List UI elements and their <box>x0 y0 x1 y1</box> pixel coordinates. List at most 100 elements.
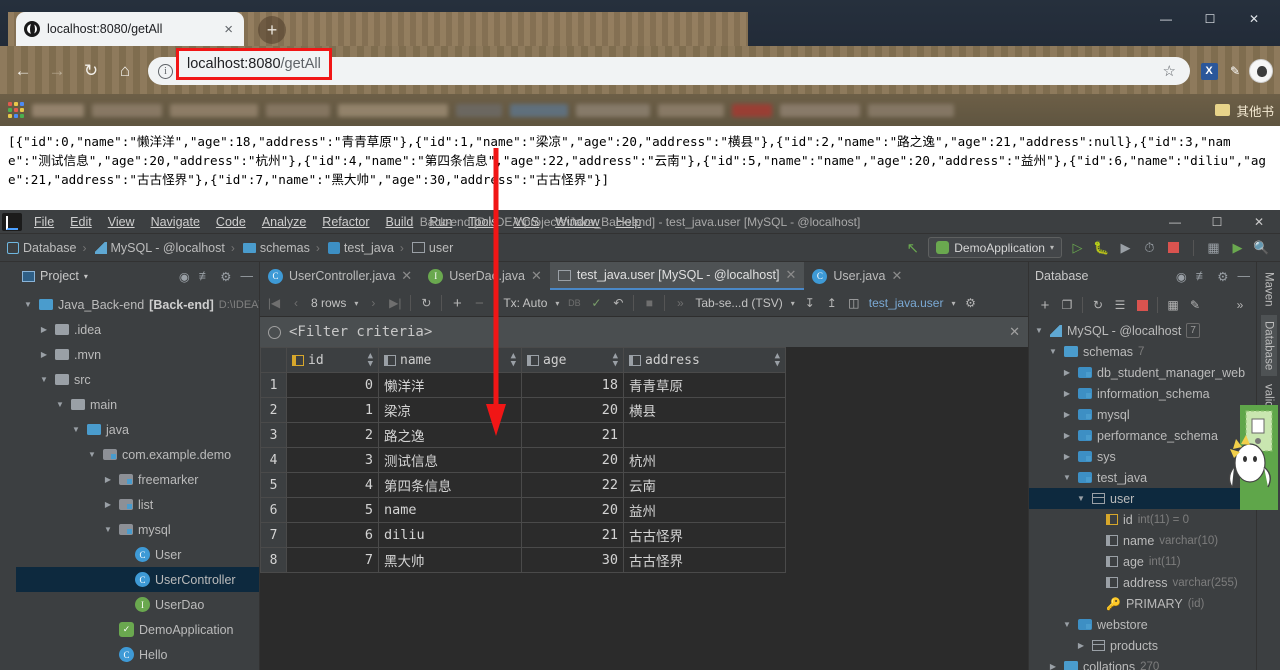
more-icon[interactable]: » <box>1229 294 1251 316</box>
db-tree-item-webstore[interactable]: ▼ webstore <box>1029 614 1256 635</box>
cell-address[interactable]: 青青草原 <box>623 372 786 398</box>
db-tree-item-information-schema[interactable]: ▶ information_schema <box>1029 383 1256 404</box>
chevron-down-icon[interactable]: ▾ <box>947 292 959 314</box>
tool-tab-database[interactable]: Database <box>1260 314 1277 376</box>
minimize-button[interactable]: — <box>1144 4 1188 34</box>
other-bookmarks[interactable]: 其他书 <box>1215 94 1274 126</box>
refresh-icon[interactable]: ↻ <box>1087 294 1109 316</box>
cell-name[interactable]: 第四条信息 <box>378 472 522 498</box>
editor-tab-usercontroller-java[interactable]: C UserController.java ✕ <box>260 262 420 290</box>
chevron-down-icon[interactable]: ▾ <box>787 292 799 314</box>
locate-icon[interactable]: ◉ <box>1176 269 1187 284</box>
url-highlight-box[interactable]: localhost:8080/getAll <box>176 48 332 80</box>
duplicate-icon[interactable]: ❐ <box>1056 294 1078 316</box>
collapse-all-icon[interactable]: ≢ <box>199 269 212 283</box>
menu-help[interactable]: Help <box>608 210 650 234</box>
cell-name[interactable]: diliu <box>378 522 522 548</box>
omnibox[interactable]: i localhost:8080/getAll ☆ <box>148 48 1190 85</box>
reload-icon[interactable]: ↻ <box>415 292 437 314</box>
bookmark-item[interactable] <box>510 103 568 117</box>
db-tree-item-address[interactable]: address varchar(255) <box>1029 572 1256 593</box>
table-row[interactable]: 2 1 梁凉 20 横县 <box>260 397 786 423</box>
cell-name[interactable]: 测试信息 <box>378 447 522 473</box>
delete-row-button[interactable]: − <box>468 292 490 314</box>
sync-icon[interactable]: ☰ <box>1109 294 1131 316</box>
close-icon[interactable]: × <box>221 22 236 37</box>
bookmark-item[interactable] <box>576 103 650 117</box>
expand-arrow-icon[interactable]: ▶ <box>102 500 114 509</box>
run-coverage-button[interactable]: ▶ <box>1117 239 1134 256</box>
project-tree-item-freemarker[interactable]: ▶ freemarker <box>16 467 259 492</box>
stop-button[interactable] <box>1165 239 1182 256</box>
close-icon[interactable]: ✕ <box>1009 324 1020 340</box>
cell-address[interactable]: 横县 <box>623 397 786 423</box>
sort-arrow-icon[interactable]: ▲ ▼ <box>368 352 373 369</box>
pen-extension-icon[interactable]: ✎ <box>1222 58 1248 84</box>
cell-age[interactable]: 22 <box>521 472 624 498</box>
home-icon[interactable]: ⌂ <box>108 54 142 88</box>
add-icon[interactable]: + <box>1034 294 1056 316</box>
back-icon[interactable]: ← <box>6 54 40 88</box>
table-row[interactable]: 8 7 黑大帅 30 古古怪界 <box>260 547 786 573</box>
menu-tools[interactable]: Tools <box>460 210 505 234</box>
editor-tab-test-java-user-mysql-localhost-[interactable]: test_java.user [MySQL - @localhost] ✕ <box>549 262 805 290</box>
expand-arrow-icon[interactable]: ▶ <box>102 475 114 484</box>
terminal-button[interactable]: ▶ <box>1229 239 1246 256</box>
close-icon[interactable]: ✕ <box>531 268 542 284</box>
project-tree-item-src[interactable]: ▼ src <box>16 367 259 392</box>
forward-icon[interactable]: → <box>40 54 74 88</box>
expand-arrow-icon[interactable]: ▼ <box>38 375 50 384</box>
table-row[interactable]: 4 3 测试信息 20 杭州 <box>260 447 786 473</box>
cell-address[interactable]: 益州 <box>623 497 786 523</box>
profile-button[interactable]: ⏱ <box>1141 239 1158 256</box>
edit-icon[interactable]: ✎ <box>1184 294 1206 316</box>
cell-name[interactable]: 路之逸 <box>378 422 522 448</box>
new-tab-button[interactable]: + <box>258 16 286 44</box>
project-tree-item--idea[interactable]: ▶ .idea <box>16 317 259 342</box>
bookmark-item[interactable] <box>170 103 258 117</box>
db-tree-item-name[interactable]: name varchar(10) <box>1029 530 1256 551</box>
db-tree-item-sys[interactable]: ▶ sys <box>1029 446 1256 467</box>
project-tree-item-main[interactable]: ▼ main <box>16 392 259 417</box>
sort-arrow-icon[interactable]: ▲ ▼ <box>775 352 780 369</box>
cell-name[interactable]: 懒洋洋 <box>378 372 522 398</box>
project-tree-item--mvn[interactable]: ▶ .mvn <box>16 342 259 367</box>
cell-address[interactable]: 古古怪界 <box>623 547 786 573</box>
menu-view[interactable]: View <box>100 210 143 234</box>
cell-address[interactable]: 杭州 <box>623 447 786 473</box>
project-tree-item-demoapplication[interactable]: ✓ DemoApplication <box>16 617 259 642</box>
bookmark-item[interactable] <box>32 103 84 117</box>
expand-arrow-icon[interactable]: ▼ <box>70 425 82 434</box>
db-tree-item-mysql-localhost[interactable]: ▼ MySQL - @localhost 7 <box>1029 320 1256 341</box>
bookmark-item[interactable] <box>732 103 772 117</box>
table-row[interactable]: 7 6 diliu 21 古古怪界 <box>260 522 786 548</box>
chevron-down-icon[interactable]: ▾ <box>84 272 88 281</box>
rollback-icon[interactable]: ↶ <box>607 292 629 314</box>
filter-bar[interactable]: <Filter criteria> ✕ <box>260 317 1028 347</box>
table-row[interactable]: 3 2 路之逸 21 <box>260 422 786 448</box>
cell-name[interactable]: 黑大帅 <box>378 547 522 573</box>
db-tree-item-id[interactable]: id int(11) = 0 <box>1029 509 1256 530</box>
settings-gear-icon[interactable]: ⚙ <box>220 269 231 284</box>
expand-arrow-icon[interactable]: ▶ <box>1047 662 1059 670</box>
search-everywhere-button[interactable]: 🔍 <box>1253 239 1270 256</box>
expand-arrow-icon[interactable]: ▼ <box>1075 494 1087 503</box>
table-row[interactable]: 5 4 第四条信息 22 云南 <box>260 472 786 498</box>
project-tree-item-mysql[interactable]: ▼ mysql <box>16 517 259 542</box>
expand-arrow-icon[interactable]: ▼ <box>1047 347 1059 356</box>
table-row[interactable]: 6 5 name 20 益州 <box>260 497 786 523</box>
breadcrumb-mysql[interactable]: MySQL - @localhost › <box>92 241 240 255</box>
gear-icon[interactable]: ⚙ <box>959 292 981 314</box>
breadcrumb-test-java[interactable]: test_java › <box>325 241 409 255</box>
export-icon[interactable]: ↥ <box>821 292 843 314</box>
hide-icon[interactable]: — <box>1238 269 1251 283</box>
close-icon[interactable]: ✕ <box>401 268 412 284</box>
breadcrumb-schemas[interactable]: schemas › <box>240 241 325 255</box>
close-button[interactable]: ✕ <box>1232 4 1276 34</box>
table-row[interactable]: 1 0 懒洋洋 18 青青草原 <box>260 372 786 398</box>
project-tree-item-userdao[interactable]: I UserDao <box>16 592 259 617</box>
db-tree-item-mysql[interactable]: ▶ mysql <box>1029 404 1256 425</box>
collapse-all-icon[interactable]: ≢ <box>1196 269 1209 283</box>
project-tree-item-user[interactable]: C User <box>16 542 259 567</box>
db-tree-item-db-student-manager-web[interactable]: ▶ db_student_manager_web <box>1029 362 1256 383</box>
